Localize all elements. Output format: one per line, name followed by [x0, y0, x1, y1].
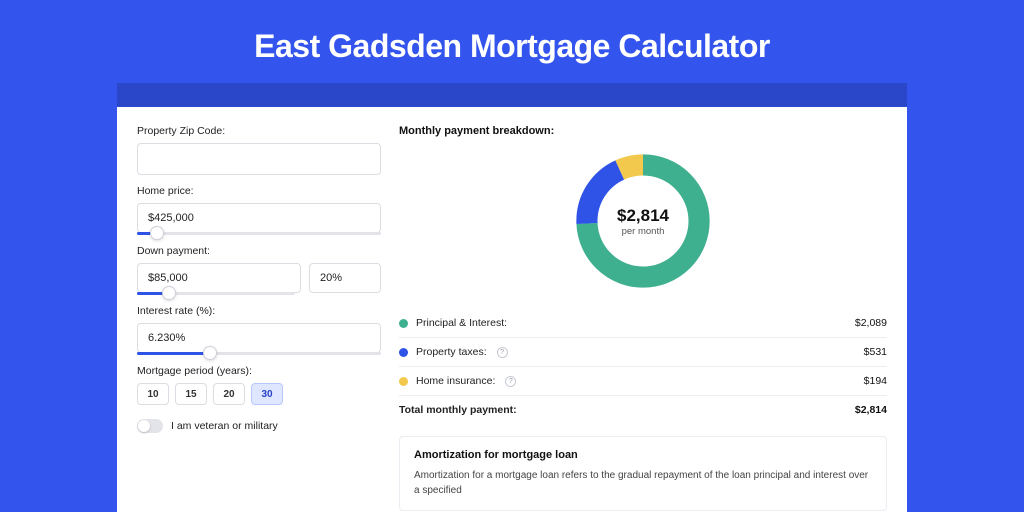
amortization-heading: Amortization for mortgage loan	[414, 449, 872, 461]
home-price-field: Home price:	[137, 185, 381, 235]
period-option-30[interactable]: 30	[251, 383, 283, 405]
legend-dot	[399, 348, 408, 357]
legend-value: $531	[864, 346, 887, 358]
breakdown-column: Monthly payment breakdown: $2,814 per mo…	[399, 125, 887, 509]
period-option-10[interactable]: 10	[137, 383, 169, 405]
total-row: Total monthly payment: $2,814	[399, 396, 887, 424]
home-price-label: Home price:	[137, 185, 381, 197]
breakdown-heading: Monthly payment breakdown:	[399, 125, 887, 137]
down-payment-slider-thumb[interactable]	[162, 286, 176, 300]
period-option-15[interactable]: 15	[175, 383, 207, 405]
donut-center: $2,814 per month	[569, 147, 717, 295]
amortization-card: Amortization for mortgage loan Amortizat…	[399, 436, 887, 511]
legend-label: Home insurance:	[416, 375, 495, 387]
down-payment-input[interactable]	[137, 263, 301, 293]
page-title: East Gadsden Mortgage Calculator	[0, 0, 1024, 83]
veteran-toggle[interactable]	[137, 419, 163, 433]
down-payment-pct-input[interactable]	[309, 263, 381, 293]
down-payment-label: Down payment:	[137, 245, 381, 257]
legend-row: Home insurance:? $194	[399, 367, 887, 396]
total-label: Total monthly payment:	[399, 404, 517, 416]
donut-chart-container: $2,814 per month	[399, 147, 887, 295]
mortgage-period-field: Mortgage period (years): 10 15 20 30	[137, 365, 381, 405]
accent-band	[117, 83, 907, 107]
zip-input[interactable]	[137, 143, 381, 175]
home-price-input[interactable]	[137, 203, 381, 233]
interest-rate-input[interactable]	[137, 323, 381, 353]
interest-rate-slider[interactable]	[137, 352, 381, 355]
home-price-slider-thumb[interactable]	[150, 226, 164, 240]
interest-rate-slider-thumb[interactable]	[203, 346, 217, 360]
interest-rate-slider-fill	[137, 352, 210, 355]
veteran-field: I am veteran or military	[137, 419, 381, 433]
legend-label: Principal & Interest:	[416, 317, 507, 329]
interest-rate-label: Interest rate (%):	[137, 305, 381, 317]
mortgage-period-label: Mortgage period (years):	[137, 365, 381, 377]
legend-row: Principal & Interest: $2,089	[399, 309, 887, 338]
interest-rate-field: Interest rate (%):	[137, 305, 381, 355]
zip-field: Property Zip Code:	[137, 125, 381, 175]
legend: Principal & Interest: $2,089 Property taxe…	[399, 309, 887, 396]
period-option-20[interactable]: 20	[213, 383, 245, 405]
inputs-column: Property Zip Code: Home price: Down paym…	[137, 125, 381, 509]
zip-label: Property Zip Code:	[137, 125, 381, 137]
total-value: $2,814	[855, 404, 887, 416]
legend-row: Property taxes:? $531	[399, 338, 887, 367]
mortgage-period-options: 10 15 20 30	[137, 383, 381, 405]
help-icon[interactable]: ?	[505, 376, 516, 387]
down-payment-field: Down payment:	[137, 245, 381, 295]
legend-value: $2,089	[855, 317, 887, 329]
legend-value: $194	[864, 375, 887, 387]
donut-subtitle: per month	[622, 226, 665, 237]
donut-amount: $2,814	[617, 206, 669, 226]
payment-donut-chart: $2,814 per month	[569, 147, 717, 295]
home-price-slider[interactable]	[137, 232, 381, 235]
legend-dot	[399, 319, 408, 328]
help-icon[interactable]: ?	[497, 347, 508, 358]
legend-label: Property taxes:	[416, 346, 487, 358]
down-payment-slider[interactable]	[137, 292, 295, 295]
veteran-label: I am veteran or military	[171, 420, 278, 432]
amortization-text: Amortization for a mortgage loan refers …	[414, 469, 872, 498]
calculator-panel: Property Zip Code: Home price: Down paym…	[117, 107, 907, 512]
legend-dot	[399, 377, 408, 386]
